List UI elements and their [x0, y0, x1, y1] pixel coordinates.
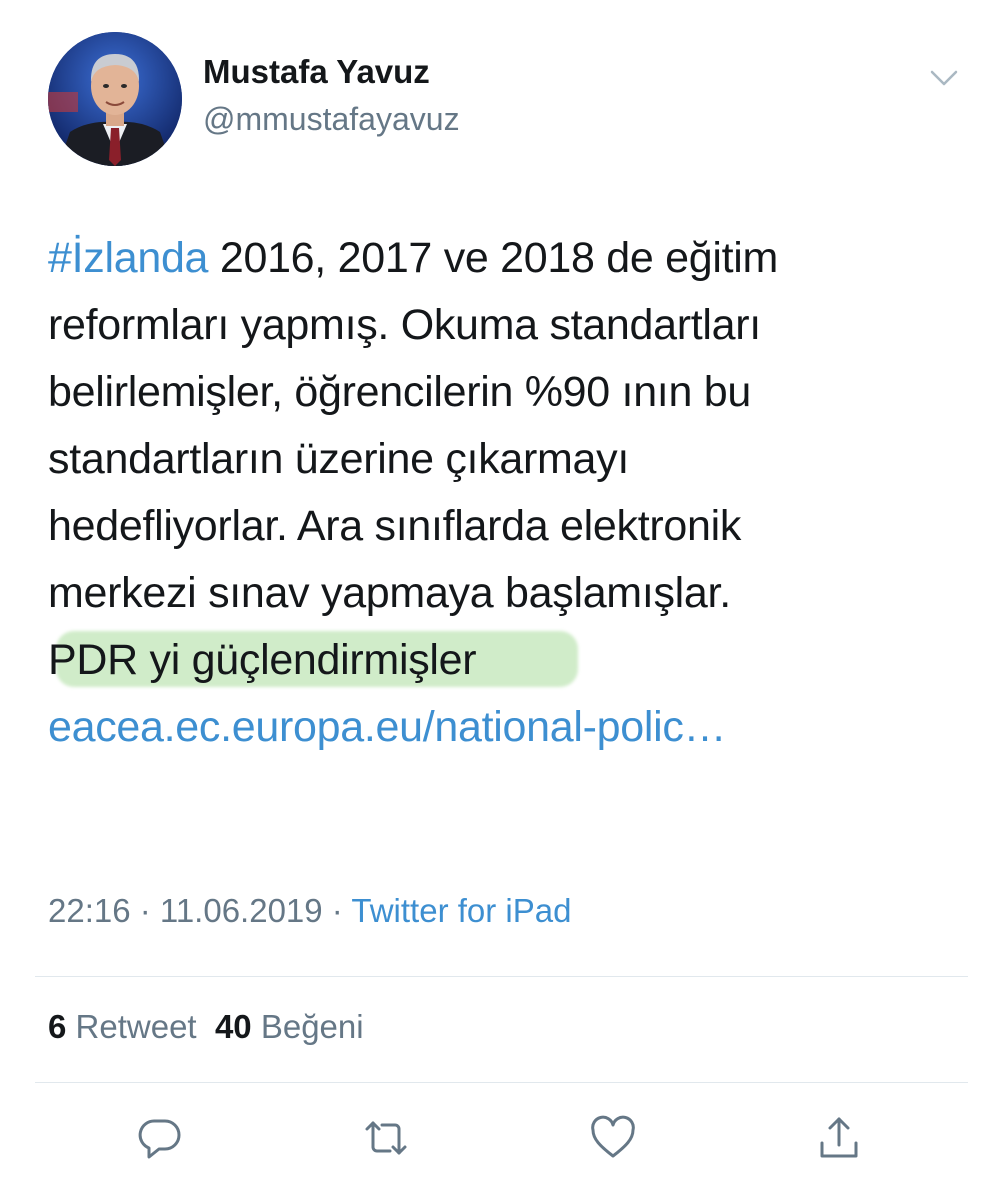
- tweet-stats: 6 Retweet 40 Beğeni: [48, 1008, 364, 1046]
- hashtag-link[interactable]: #İzlanda: [48, 234, 208, 282]
- tweet-line-text: 2016, 2017 ve 2018 de eğitim: [208, 234, 779, 282]
- avatar[interactable]: [48, 32, 182, 166]
- tweet-line-highlighted: PDR yi güçlendirmişler: [48, 627, 953, 694]
- meta-separator: ·: [322, 892, 352, 929]
- tweet-line: standartların üzerine çıkarmayı: [48, 435, 630, 483]
- share-icon[interactable]: [814, 1113, 864, 1163]
- divider: [35, 976, 968, 977]
- retweets-stat[interactable]: 6 Retweet: [48, 1008, 197, 1045]
- likes-count: 40: [214, 1008, 252, 1045]
- tweet-line: belirlemişler, öğrencilerin %90 ının bu: [48, 368, 751, 416]
- tweet-source-link[interactable]: Twitter for iPad: [351, 892, 571, 929]
- retweets-count: 6: [48, 1008, 67, 1045]
- meta-separator: ·: [130, 892, 160, 929]
- highlighted-text-label: PDR yi güçlendirmişler: [48, 636, 477, 684]
- likes-stat[interactable]: 40 Beğeni: [215, 1008, 364, 1045]
- chevron-down-icon[interactable]: [924, 63, 964, 93]
- retweets-label: Retweet: [66, 1008, 197, 1045]
- avatar-image: [48, 32, 182, 166]
- likes-label: Beğeni: [251, 1008, 364, 1045]
- tweet-line: #İzlanda 2016, 2017 ve 2018 de eğitim: [48, 225, 953, 292]
- author-handle[interactable]: @mmustafayavuz: [203, 101, 460, 138]
- tweet-meta: 22:16 · 11.06.2019 · Twitter for iPad: [48, 892, 571, 930]
- tweet-line: reformları yapmış. Okuma standartları: [48, 301, 761, 349]
- tweet-detail: Mustafa Yavuz @mmustafayavuz #İzlanda 20…: [0, 0, 1001, 1200]
- author-display-name[interactable]: Mustafa Yavuz: [203, 53, 430, 91]
- tweet-line: hedefliyorlar. Ara sınıflarda elektronik: [48, 502, 742, 550]
- tweet-line: merkezi sınav yapmaya başlamışlar.: [48, 569, 731, 617]
- heart-icon[interactable]: [588, 1113, 638, 1163]
- reply-icon[interactable]: [135, 1113, 185, 1163]
- tweet-url-link[interactable]: eacea.ec.europa.eu/national-polic…: [48, 694, 953, 761]
- highlighted-text: PDR yi güçlendirmişler: [48, 627, 579, 694]
- tweet-date: 11.06.2019: [159, 892, 323, 929]
- tweet-time: 22:16: [48, 892, 131, 929]
- tweet-text: #İzlanda 2016, 2017 ve 2018 de eğitim re…: [48, 225, 953, 761]
- divider: [35, 1082, 968, 1083]
- retweet-icon[interactable]: [361, 1113, 411, 1163]
